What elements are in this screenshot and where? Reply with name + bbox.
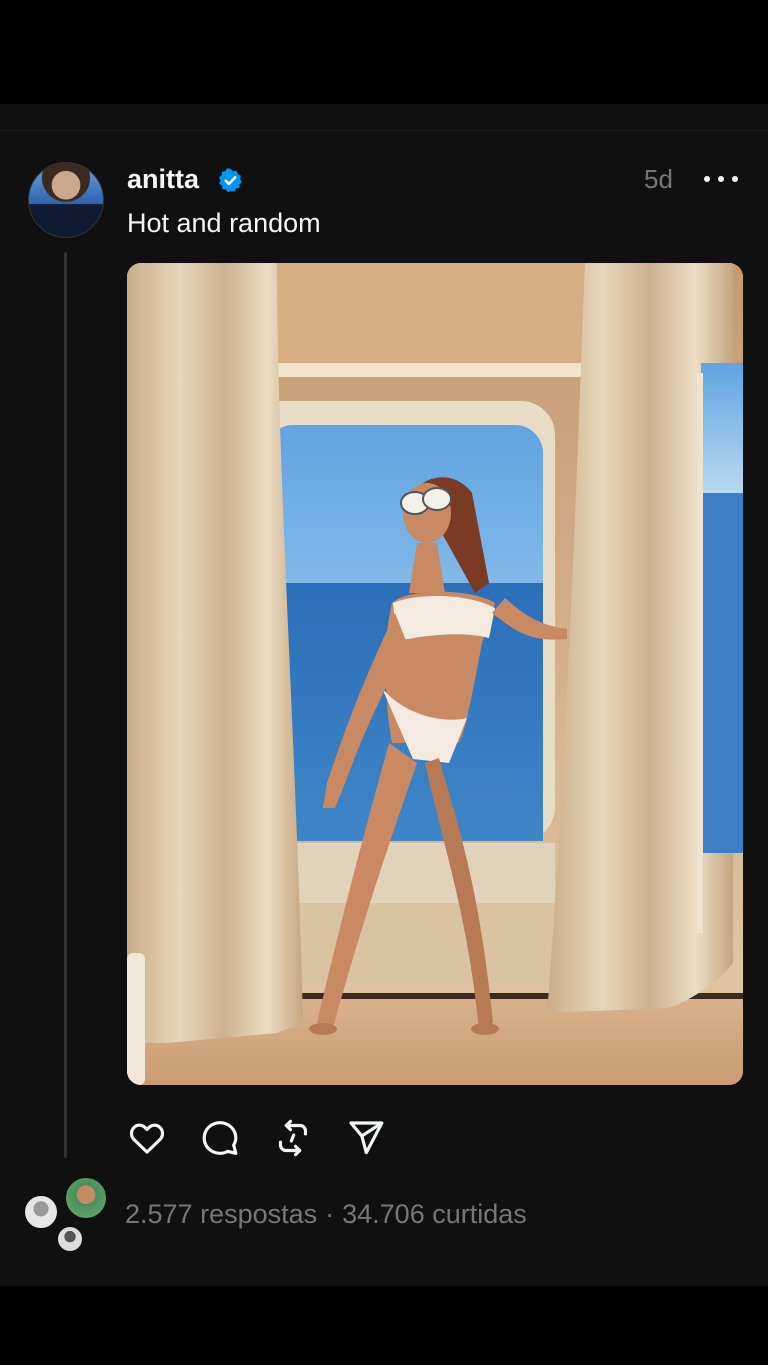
status-area [0, 0, 768, 104]
share-button[interactable] [344, 1116, 388, 1160]
reply-avatar [23, 1194, 59, 1230]
likes-count[interactable]: 34.706 curtidas [342, 1199, 527, 1229]
divider [0, 130, 768, 131]
post-photo[interactable] [127, 263, 743, 1085]
replies-count[interactable]: 2.577 respostas [125, 1199, 317, 1229]
send-icon [349, 1121, 384, 1155]
post-time: 5d [644, 164, 673, 194]
post-caption: Hot and random [127, 208, 321, 238]
like-button[interactable] [125, 1116, 169, 1160]
dot [732, 176, 738, 182]
avatar[interactable] [28, 162, 104, 238]
thread-line [64, 252, 67, 1158]
dot [718, 176, 724, 182]
repost-button[interactable] [271, 1116, 315, 1160]
action-bar [125, 1116, 395, 1160]
username[interactable]: anitta [127, 164, 199, 195]
post-stats: 2.577 respostas · 34.706 curtidas [125, 1199, 527, 1230]
more-options-button[interactable] [704, 166, 738, 192]
verified-badge-icon [218, 168, 242, 193]
repost-icon [278, 1119, 308, 1157]
stats-separator: · [325, 1199, 335, 1229]
photo-illustration [127, 263, 743, 1085]
thread-post: anitta 5d Hot and random 2.577 respostas… [0, 104, 768, 1286]
comment-icon [202, 1121, 238, 1155]
reply-avatar [56, 1225, 84, 1253]
reply-avatar [64, 1176, 108, 1220]
reply-button[interactable] [198, 1116, 242, 1160]
heart-icon [129, 1123, 165, 1154]
dot [704, 176, 710, 182]
bottom-area [0, 1286, 768, 1365]
